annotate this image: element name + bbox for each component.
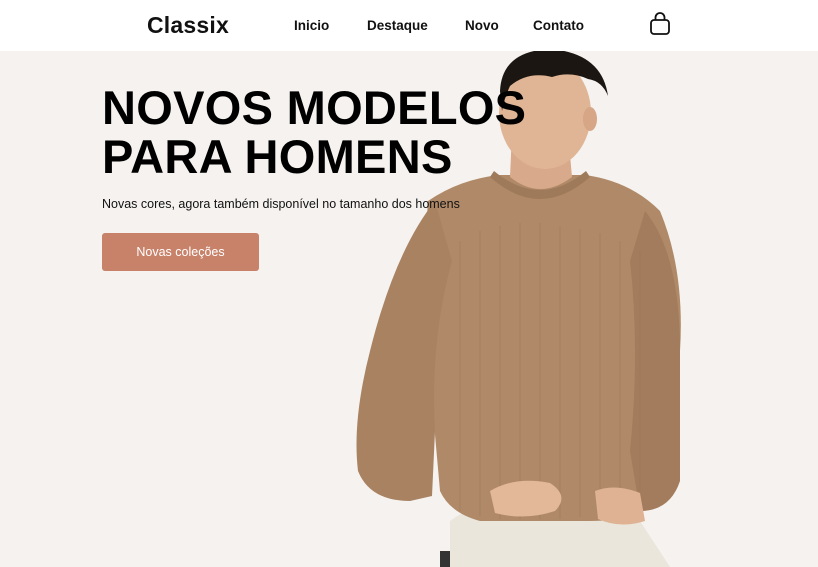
- hero-title-line-2: PARA HOMENS: [102, 130, 453, 183]
- page: Classix Inicio Destaque Novo Contato NOV…: [0, 0, 818, 567]
- new-collections-button[interactable]: Novas coleções: [102, 233, 259, 271]
- site-header: Classix Inicio Destaque Novo Contato: [0, 0, 818, 51]
- nav-link-destaque[interactable]: Destaque: [367, 18, 428, 33]
- shopping-bag-icon[interactable]: [649, 12, 671, 36]
- shopping-bag-icon-svg: [650, 12, 670, 35]
- hero-subtitle: Novas cores, agora também disponível no …: [102, 197, 460, 211]
- hero-title: NOVOS MODELOS PARA HOMENS: [102, 83, 572, 181]
- nav-link-novo[interactable]: Novo: [465, 18, 499, 33]
- nav-link-inicio[interactable]: Inicio: [294, 18, 329, 33]
- hero-title-line-1: NOVOS MODELOS: [102, 81, 527, 134]
- site-logo[interactable]: Classix: [147, 12, 229, 39]
- nav-link-contato[interactable]: Contato: [533, 18, 584, 33]
